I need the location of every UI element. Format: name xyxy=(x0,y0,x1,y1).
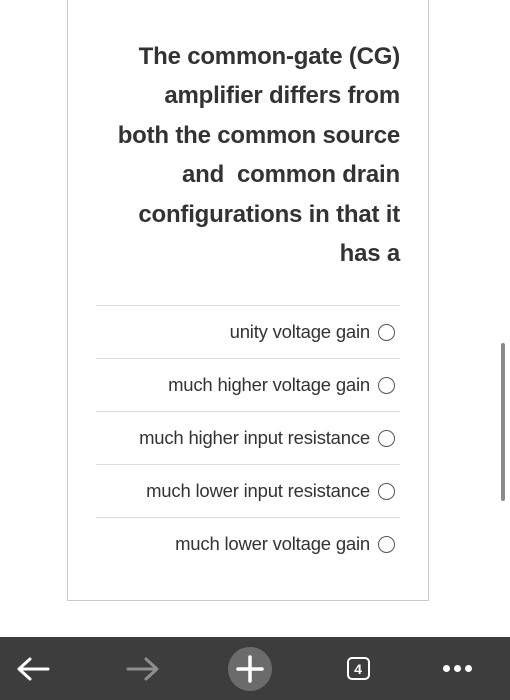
option-label: much higher input resistance xyxy=(139,427,370,448)
radio-button[interactable] xyxy=(378,535,395,553)
scrollbar[interactable] xyxy=(501,343,505,501)
plus-icon xyxy=(236,654,264,683)
answer-option-unity-voltage-gain[interactable]: unity voltage gain xyxy=(96,305,400,358)
radio-button[interactable] xyxy=(378,323,395,341)
dot xyxy=(464,665,472,672)
answer-option-much-lower-voltage-gain[interactable]: much lower voltage gain xyxy=(96,517,400,570)
answer-option-much-lower-input-resistance[interactable]: much lower input resistance xyxy=(96,464,400,517)
more-menu-button[interactable] xyxy=(432,637,482,700)
option-label: much lower voltage gain xyxy=(175,533,370,554)
back-arrow-icon xyxy=(17,657,50,680)
forward-arrow-icon xyxy=(126,657,159,680)
answer-option-much-higher-voltage-gain[interactable]: much higher voltage gain xyxy=(96,358,400,411)
question-text: The common-gate (CG) amplifier differs f… xyxy=(98,37,400,273)
dot xyxy=(453,665,461,672)
tab-count: 4 xyxy=(354,660,362,677)
new-tab-button[interactable] xyxy=(225,637,275,700)
question-line: both the common source xyxy=(117,121,400,149)
option-label: much lower input resistance xyxy=(146,480,370,501)
radio-button[interactable] xyxy=(378,482,395,500)
tabs-icon: 4 xyxy=(346,657,370,680)
question-line: has a xyxy=(339,240,401,268)
tabs-button[interactable]: 4 xyxy=(335,637,381,700)
question-card: The common-gate (CG) amplifier differs f… xyxy=(67,0,429,601)
radio-button[interactable] xyxy=(378,429,395,447)
option-label: much higher voltage gain xyxy=(168,374,370,395)
question-line: configurations in that it xyxy=(138,200,400,228)
new-tab-circle xyxy=(228,646,272,691)
question-line: The common-gate (CG) xyxy=(138,43,401,70)
dot xyxy=(442,665,450,672)
radio-button[interactable] xyxy=(378,376,395,394)
back-button[interactable] xyxy=(8,637,58,700)
browser-toolbar: 4 xyxy=(0,637,510,700)
option-label: unity voltage gain xyxy=(229,321,371,342)
question-line: and common drain xyxy=(182,161,400,189)
answer-options: unity voltage gain much higher voltage g… xyxy=(96,305,400,570)
forward-button[interactable] xyxy=(118,637,168,700)
question-line: amplifier differs from xyxy=(164,82,400,110)
more-dots-icon xyxy=(442,665,472,672)
answer-option-much-higher-input-resistance[interactable]: much higher input resistance xyxy=(96,411,400,464)
